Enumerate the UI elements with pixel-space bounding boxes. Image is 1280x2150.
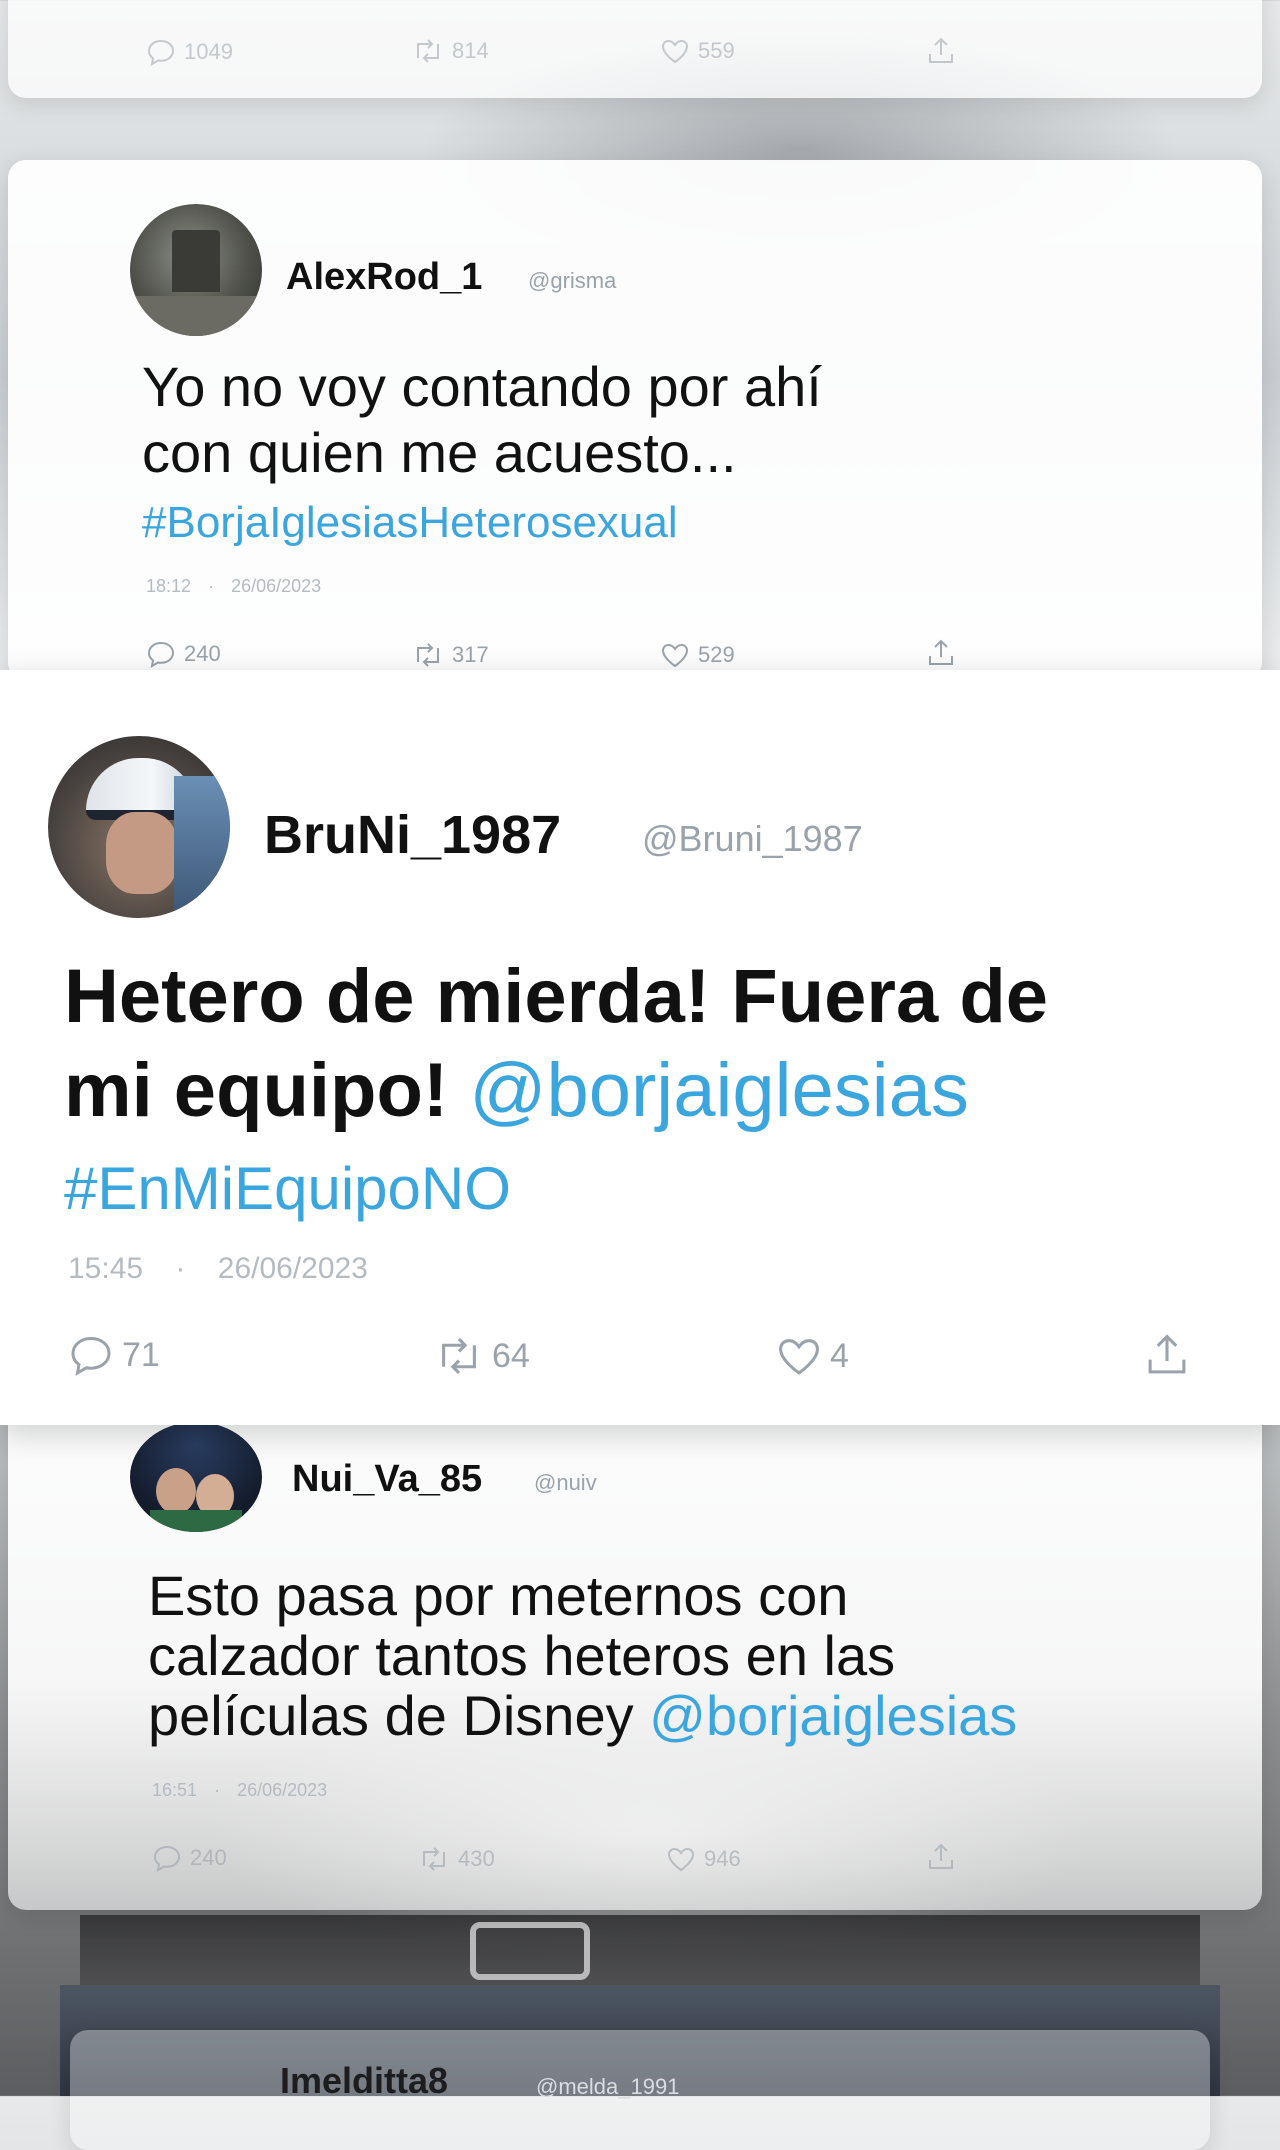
- like-count: 529: [698, 642, 735, 667]
- tweet-text-line-2: con quien me acuesto...: [142, 421, 737, 484]
- hashtag-link[interactable]: #BorjaIglesiasHeterosexual: [142, 498, 678, 548]
- author-handle[interactable]: @nuiv: [534, 1470, 597, 1496]
- retweet-icon: [423, 1847, 445, 1871]
- reply-count: 240: [190, 1845, 227, 1870]
- like-count: 946: [704, 1846, 741, 1871]
- like-action[interactable]: 559: [660, 38, 735, 64]
- reply-count: 1049: [184, 39, 233, 64]
- reply-icon: [147, 641, 175, 668]
- background-buckle: [470, 1922, 590, 1980]
- author-handle[interactable]: @Bruni_1987: [642, 818, 863, 860]
- retweet-count: 430: [458, 1846, 495, 1871]
- author-handle[interactable]: @melda_1991: [536, 2074, 679, 2100]
- mention-link[interactable]: @borjaiglesias: [649, 1684, 1017, 1747]
- retweet-action[interactable]: 64: [434, 1336, 530, 1376]
- background-belt: [80, 1915, 1200, 1985]
- time: 15:45: [68, 1252, 144, 1285]
- like-action[interactable]: 529: [660, 642, 735, 668]
- tweet-text-line-1: Esto pasa por meternos con: [148, 1564, 849, 1627]
- tweet-card-alexrod[interactable]: AlexRod_1 @grisma Yo no voy contando por…: [8, 160, 1262, 680]
- time: 16:51: [152, 1780, 198, 1800]
- retweet-action[interactable]: 814: [412, 38, 489, 64]
- like-count: 4: [830, 1336, 849, 1375]
- reply-action[interactable]: 240: [146, 640, 221, 668]
- avatar-ground: [130, 296, 262, 336]
- avatar-face: [106, 812, 178, 894]
- timestamp: 18:12 · 26/06/2023: [146, 576, 321, 597]
- retweet-action[interactable]: 430: [418, 1846, 495, 1872]
- retweet-icon: [442, 1337, 476, 1375]
- avatar-clothes: [150, 1510, 242, 1532]
- reply-icon: [153, 1845, 181, 1872]
- tweet-card-bruni-featured[interactable]: BruNi_1987 @Bruni_1987 Hetero de mierda!…: [0, 670, 1280, 1425]
- hashtag-link[interactable]: #EnMiEquipoNO: [64, 1154, 511, 1223]
- reply-icon: [71, 1336, 111, 1376]
- avatar-face-left: [156, 1468, 196, 1514]
- share-action[interactable]: [926, 1842, 956, 1872]
- tweet-text-line-2: calzador tantos heteros en las: [148, 1624, 896, 1687]
- share-action[interactable]: [926, 36, 956, 66]
- share-icon: [1148, 1334, 1186, 1374]
- share-icon: [929, 639, 953, 665]
- timestamp: 16:51 · 26/06/2023: [152, 1780, 327, 1801]
- timestamp: 15:45 · 26/06/2023: [68, 1252, 368, 1286]
- date: 26/06/2023: [237, 1780, 328, 1800]
- author-name[interactable]: Nui_Va_85: [292, 1458, 482, 1501]
- retweet-action[interactable]: 317: [412, 642, 489, 668]
- reply-action[interactable]: 240: [152, 1844, 227, 1872]
- tweet-text-line-3: películas de Disney: [148, 1684, 650, 1747]
- retweet-icon: [417, 39, 439, 63]
- date: 26/06/2023: [217, 1252, 368, 1285]
- share-action[interactable]: [1144, 1332, 1190, 1378]
- retweet-count: 317: [452, 642, 489, 667]
- author-name[interactable]: BruNi_1987: [264, 804, 561, 866]
- reply-action[interactable]: 71: [68, 1334, 160, 1376]
- tweet-text: Hetero de mierda! Fuera de mi equipo! @b…: [64, 950, 1048, 1138]
- reply-count: 71: [122, 1335, 160, 1374]
- author-name[interactable]: AlexRod_1: [286, 256, 482, 299]
- like-count: 559: [698, 38, 735, 63]
- author-handle[interactable]: @grisma: [528, 268, 616, 294]
- separator: ·: [208, 576, 215, 596]
- separator: ·: [214, 1780, 221, 1800]
- tweet-text: Yo no voy contando por ahí con quien me …: [142, 354, 822, 486]
- reply-icon: [147, 39, 175, 66]
- like-action[interactable]: 4: [776, 1336, 849, 1376]
- mention-link[interactable]: @borjaiglesias: [469, 1048, 969, 1133]
- like-action[interactable]: 946: [666, 1846, 741, 1872]
- like-icon: [661, 643, 689, 668]
- date: 26/06/2023: [231, 576, 322, 596]
- avatar[interactable]: [130, 204, 262, 336]
- tweet-text: Esto pasa por meternos con calzador tant…: [148, 1566, 1017, 1746]
- like-icon: [661, 39, 689, 64]
- tweet-text-line-2: mi equipo!: [64, 1048, 470, 1133]
- share-icon: [929, 1843, 953, 1869]
- separator: ·: [175, 1252, 186, 1285]
- time: 18:12: [146, 576, 192, 596]
- like-icon: [667, 1847, 695, 1872]
- tweet-card-bottom-partial: Imelditta8 @melda_1991: [70, 2030, 1210, 2150]
- reply-count: 240: [184, 641, 221, 666]
- avatar-landmark: [172, 230, 220, 292]
- like-icon: [779, 1339, 819, 1375]
- tweet-text-line-1: Hetero de mierda! Fuera de: [64, 954, 1049, 1039]
- share-icon: [929, 37, 953, 63]
- tweet-text-line-1: Yo no voy contando por ahí: [142, 355, 822, 418]
- retweet-icon: [417, 643, 439, 667]
- reply-action[interactable]: 1049: [146, 38, 233, 66]
- avatar[interactable]: [130, 1422, 262, 1532]
- tweet-card-nuiva[interactable]: Nui_Va_85 @nuiv Esto pasa por meternos c…: [8, 1400, 1262, 1910]
- avatar[interactable]: [48, 736, 230, 918]
- avatar-background: [174, 776, 230, 918]
- retweet-count: 64: [492, 1336, 530, 1375]
- tweet-card-top-partial: 1049 814 559: [8, 0, 1262, 98]
- retweet-count: 814: [452, 38, 489, 63]
- share-action[interactable]: [926, 638, 956, 668]
